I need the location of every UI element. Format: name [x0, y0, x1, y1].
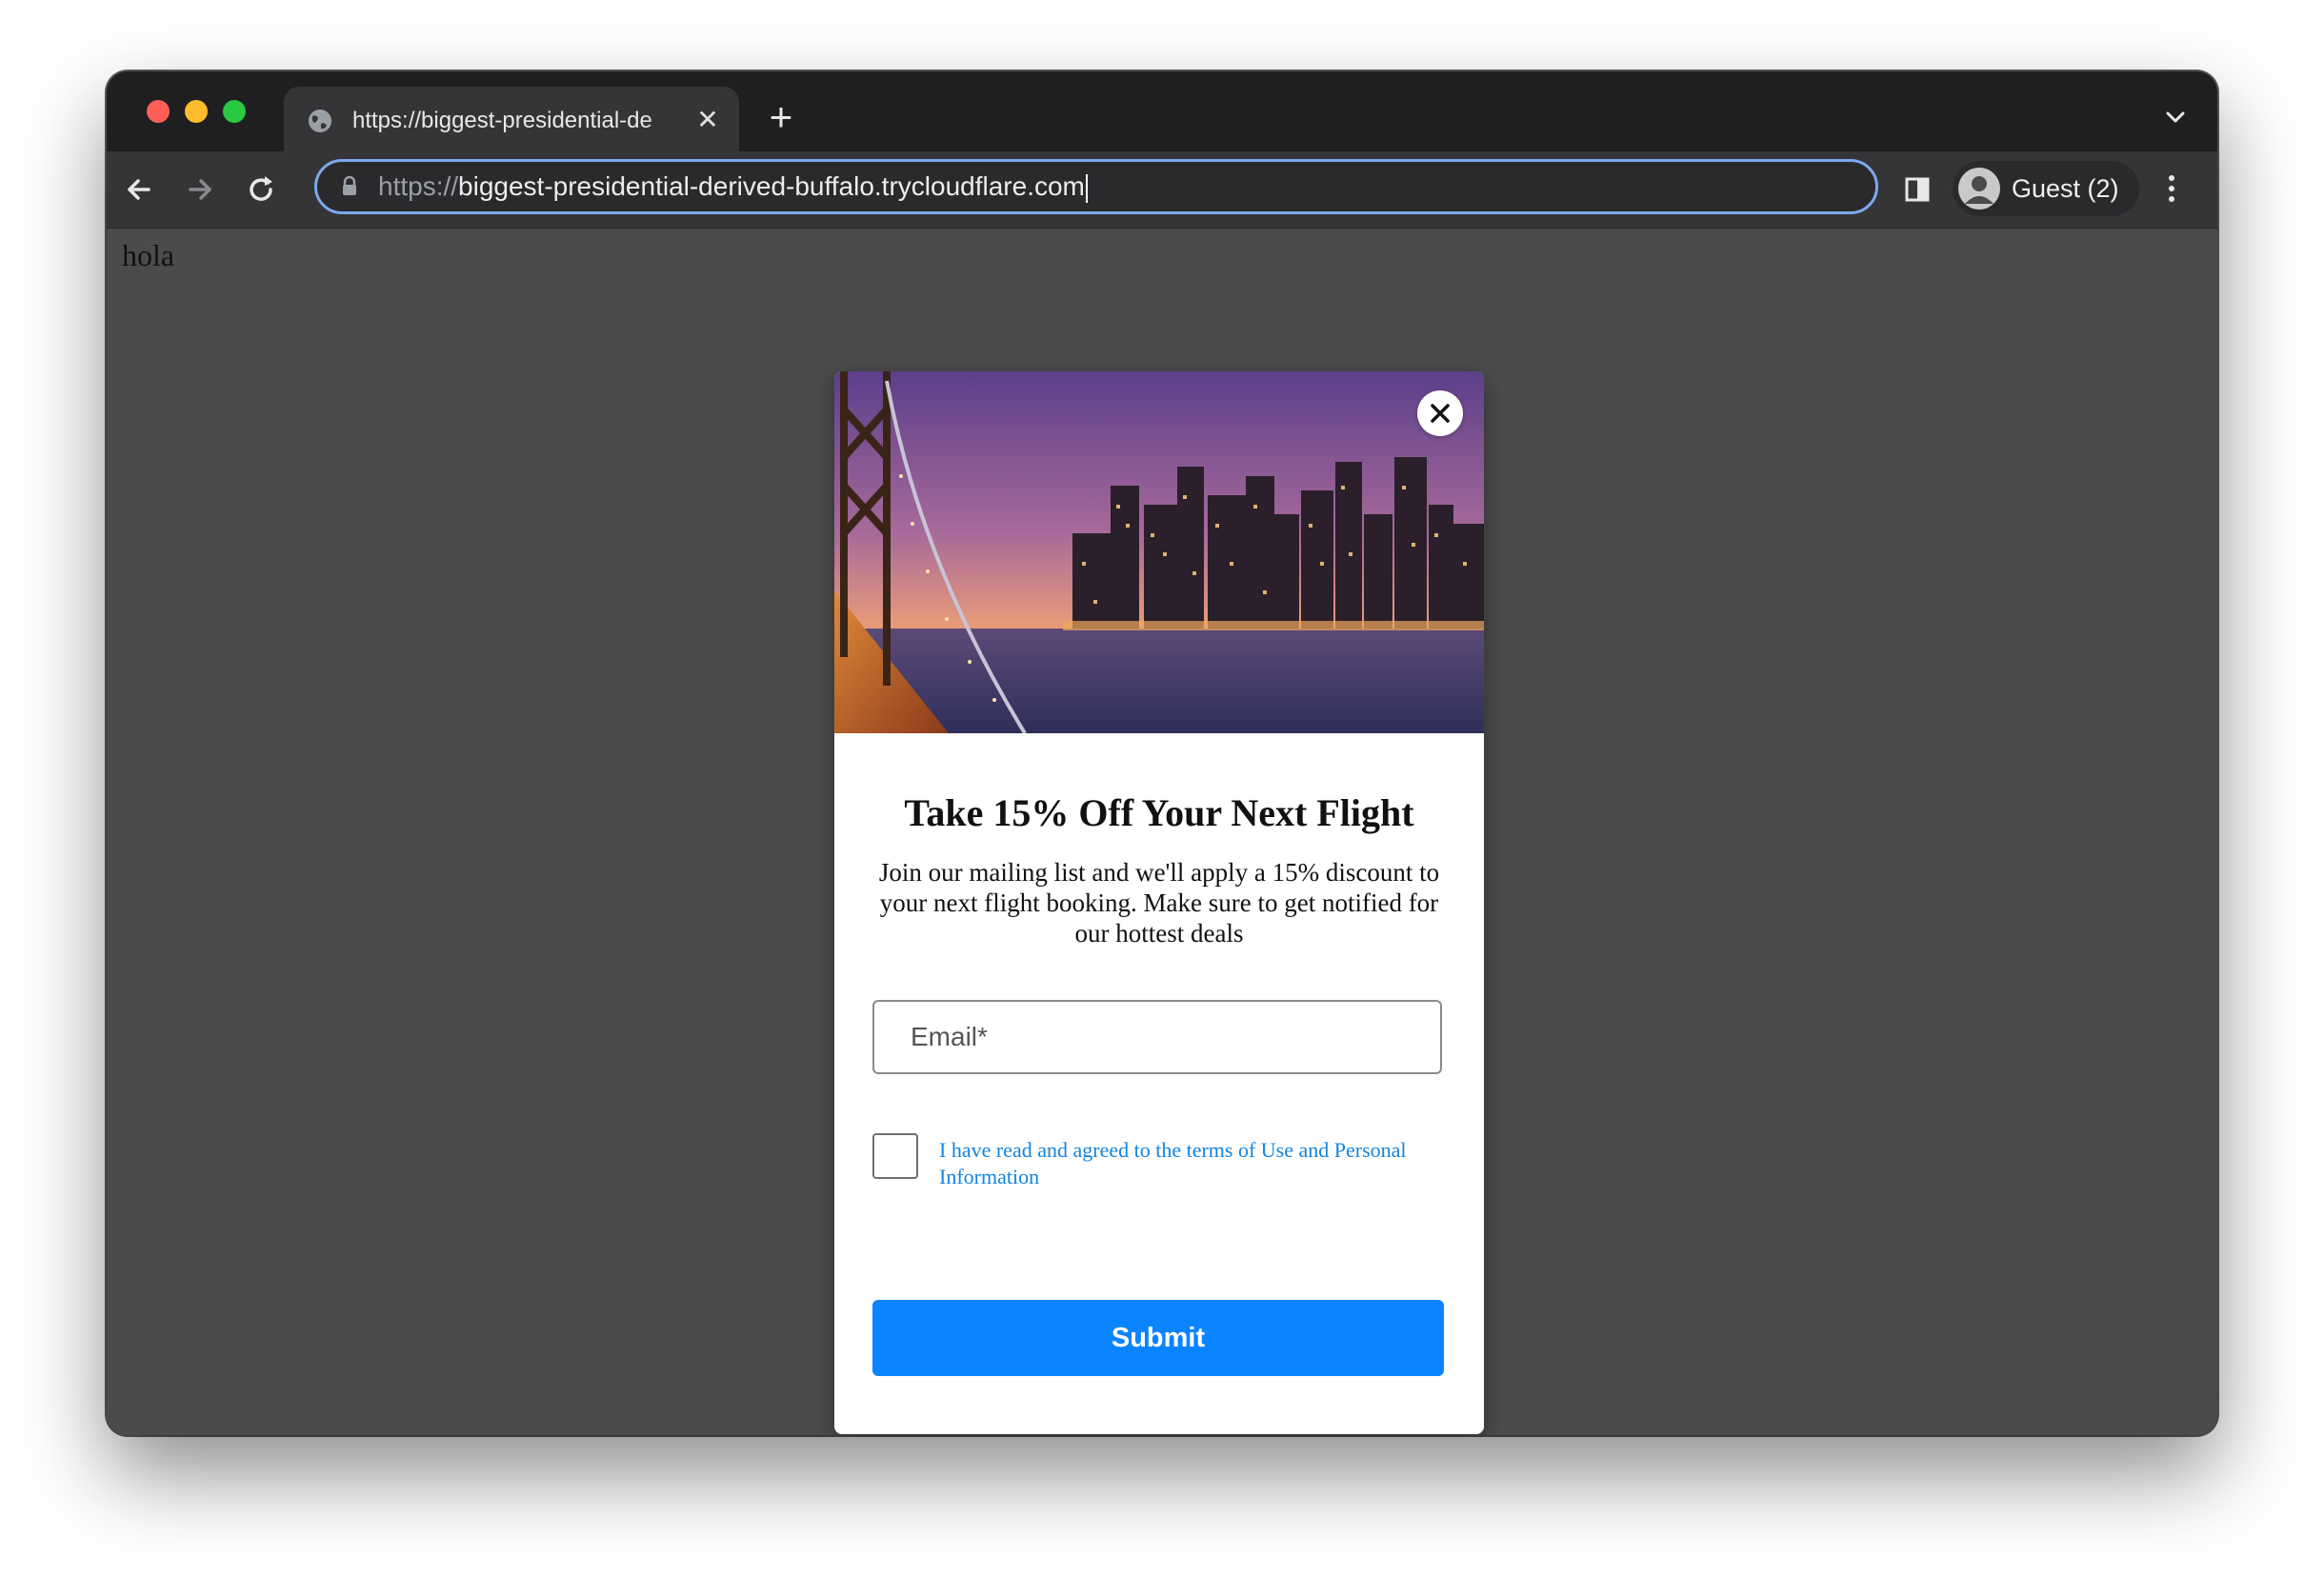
popup-close-button[interactable]: [1417, 390, 1463, 436]
submit-button[interactable]: Submit: [872, 1300, 1444, 1376]
text-caret: [1085, 173, 1088, 203]
plus-icon[interactable]: +: [762, 97, 800, 138]
close-icon: [1431, 404, 1450, 423]
tab-strip: https://biggest-presidential-de ✕ +: [107, 71, 2217, 151]
globe-icon: [309, 110, 331, 132]
page-viewport: hola Take 15% Off Your Next Flight Join …: [107, 229, 2217, 1435]
minimize-window-button[interactable]: [185, 100, 208, 123]
chevron-down-icon[interactable]: [2160, 104, 2191, 130]
maximize-window-button[interactable]: [223, 100, 246, 123]
popup-description: Join our mailing list and we'll apply a …: [878, 858, 1440, 948]
active-tab[interactable]: https://biggest-presidential-de ✕: [284, 87, 739, 151]
profile-button[interactable]: Guest (2): [1953, 161, 2139, 216]
person-icon: [1958, 168, 2000, 210]
close-window-button[interactable]: [147, 100, 170, 123]
more-vertical-icon[interactable]: [2164, 170, 2179, 209]
browser-toolbar: https://biggest-presidential-derived-buf…: [107, 151, 2217, 229]
hero-image: [834, 371, 1484, 733]
email-field[interactable]: [872, 1000, 1442, 1074]
consent-label[interactable]: I have read and agreed to the terms of U…: [939, 1137, 1434, 1190]
side-panel-icon[interactable]: [1901, 172, 1933, 207]
url-scheme: https://: [378, 171, 459, 201]
arrow-left-icon[interactable]: [120, 170, 158, 209]
address-bar[interactable]: https://biggest-presidential-derived-buf…: [314, 159, 1878, 214]
reload-icon[interactable]: [242, 170, 280, 209]
url-host: biggest-presidential-derived-buffalo.try…: [458, 171, 1085, 201]
newsletter-popup: Take 15% Off Your Next Flight Join our m…: [834, 371, 1484, 1434]
browser-window: https://biggest-presidential-de ✕ + http…: [107, 71, 2217, 1435]
tab-title: https://biggest-presidential-de: [352, 108, 652, 133]
url-text[interactable]: https://biggest-presidential-derived-buf…: [378, 170, 1088, 204]
arrow-right-icon[interactable]: [181, 170, 219, 209]
lock-icon[interactable]: [340, 175, 359, 196]
consent-checkbox[interactable]: [872, 1133, 918, 1179]
page-body-text: hola: [122, 238, 175, 272]
popup-title: Take 15% Off Your Next Flight: [904, 791, 1414, 834]
close-icon[interactable]: ✕: [693, 106, 722, 134]
profile-label: Guest (2): [2012, 174, 2119, 203]
